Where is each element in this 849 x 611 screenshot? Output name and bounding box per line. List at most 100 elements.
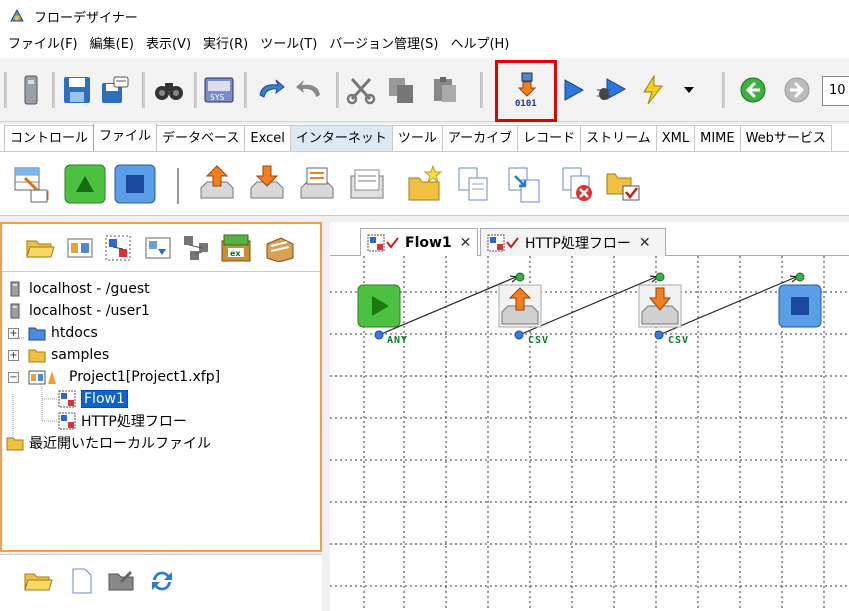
import-button[interactable]	[142, 232, 174, 264]
debug-run-button[interactable]	[594, 70, 628, 110]
tab-flow1[interactable]: Flow1 ✕	[360, 228, 478, 257]
tab-control[interactable]: コントロール	[4, 125, 95, 151]
tab-web-service[interactable]: Webサービス	[739, 125, 832, 151]
refresh-button[interactable]	[146, 565, 178, 597]
disk-upload-icon	[200, 165, 234, 199]
paste-button[interactable]	[428, 70, 462, 110]
folder-open-icon	[24, 573, 53, 591]
save-button[interactable]	[60, 70, 94, 110]
trigger-button[interactable]	[636, 70, 670, 110]
toolbar-separator	[480, 72, 483, 108]
start-icon	[64, 164, 106, 204]
tab-tools[interactable]: ツール	[391, 125, 443, 151]
menu-edit[interactable]: 編集(E)	[84, 32, 140, 58]
highlight-box	[495, 60, 557, 122]
tab-internet[interactable]: インターネット	[289, 125, 393, 151]
menu-help[interactable]: ヘルプ(H)	[444, 32, 515, 58]
table-mapper-icon	[14, 167, 49, 203]
flow-button[interactable]	[102, 232, 134, 264]
back-button[interactable]	[736, 70, 770, 110]
network-button[interactable]	[180, 232, 212, 264]
folder-open-icon	[26, 240, 55, 258]
palette-file-delete[interactable]	[556, 162, 598, 206]
repository-panel: ex localhost - /guest localhost - /user1…	[0, 222, 322, 552]
redo-button[interactable]	[292, 70, 326, 110]
new-file-button[interactable]	[66, 565, 98, 597]
palette-new-folder[interactable]	[404, 162, 446, 206]
open-folder-button[interactable]	[22, 565, 54, 597]
system-button[interactable]: SYS	[202, 70, 236, 110]
output-port	[514, 330, 524, 340]
zoom-input[interactable]: 10	[822, 76, 849, 106]
palette-file-exists[interactable]	[602, 162, 644, 206]
flow-icon	[367, 234, 399, 252]
app-icon	[10, 8, 24, 22]
component-palette	[0, 152, 849, 216]
menu-run[interactable]: 実行(R)	[197, 32, 254, 58]
tree-item-label: Flow1	[81, 390, 128, 408]
tab-archive[interactable]: アーカイブ	[441, 125, 519, 151]
run-button[interactable]	[556, 70, 590, 110]
excel-button[interactable]: ex	[220, 232, 252, 264]
save-icon	[64, 77, 90, 103]
toolbar-separator	[336, 72, 339, 108]
palette-folder-list[interactable]	[346, 162, 388, 206]
toolbar-separator	[722, 72, 725, 108]
forward-button[interactable]	[780, 70, 814, 110]
flow-icon	[105, 235, 131, 261]
tab-excel[interactable]: Excel	[244, 125, 291, 151]
tab-xml[interactable]: XML	[655, 125, 696, 151]
cut-button[interactable]	[344, 70, 378, 110]
usb-drive-button[interactable]	[14, 70, 48, 110]
tab-database[interactable]: データベース	[156, 125, 246, 151]
tab-stream[interactable]: ストリーム	[580, 125, 657, 151]
save-as-button[interactable]	[98, 70, 132, 110]
palette-file-move[interactable]	[502, 162, 544, 206]
tab-http-flow[interactable]: HTTP処理フロー ✕	[480, 228, 666, 256]
svg-text:ex: ex	[230, 249, 241, 258]
binoculars-icon	[155, 83, 183, 100]
tab-label: Flow1	[405, 235, 452, 251]
find-button[interactable]	[152, 70, 186, 110]
svg-text:SYS: SYS	[210, 93, 225, 102]
disk-download-icon	[250, 165, 284, 199]
flow-canvas[interactable]: ANY CSV CSV	[330, 256, 849, 611]
run-icon	[564, 79, 585, 101]
tab-file[interactable]: ファイル	[93, 124, 158, 151]
palette-file-copy[interactable]	[452, 162, 494, 206]
palette-file-put[interactable]	[196, 162, 238, 206]
project-view-button[interactable]	[64, 232, 96, 264]
folder-list-icon	[350, 169, 384, 199]
menu-file[interactable]: ファイル(F)	[2, 32, 84, 58]
flow-editor-tabs: Flow1 ✕ HTTP処理フロー ✕	[330, 222, 849, 257]
title-bar: フローデザイナー	[0, 0, 849, 32]
menu-tools[interactable]: ツール(T)	[254, 32, 323, 58]
input-port	[795, 272, 805, 282]
toolbar-separator	[244, 72, 247, 108]
close-icon[interactable]: ✕	[639, 235, 651, 251]
tab-mime[interactable]: MIME	[694, 125, 741, 151]
palette-end[interactable]	[114, 162, 156, 206]
archive-button[interactable]	[264, 232, 296, 264]
menu-version-control[interactable]: バージョン管理(S)	[323, 32, 444, 58]
output-port	[374, 330, 384, 340]
folder-disabled-button[interactable]	[106, 565, 138, 597]
file-icon	[72, 568, 92, 594]
palette-mapper[interactable]	[10, 162, 52, 206]
excel-box-icon: ex	[221, 234, 251, 262]
open-folder-button[interactable]	[24, 232, 56, 264]
palette-file-get[interactable]	[246, 162, 288, 206]
close-icon[interactable]: ✕	[460, 235, 472, 251]
palette-start[interactable]	[64, 162, 106, 206]
sys-icon: SYS	[204, 77, 234, 103]
palette-file-list[interactable]	[296, 162, 338, 206]
undo-button[interactable]	[254, 70, 288, 110]
copy-button[interactable]	[384, 70, 418, 110]
network-icon	[184, 236, 208, 260]
dropdown-button[interactable]	[672, 70, 706, 110]
paste-icon	[434, 77, 456, 102]
file-check-icon	[606, 173, 640, 201]
menu-view[interactable]: 表示(V)	[140, 32, 197, 58]
tab-record[interactable]: レコード	[517, 125, 582, 151]
palette-separator	[177, 168, 179, 204]
